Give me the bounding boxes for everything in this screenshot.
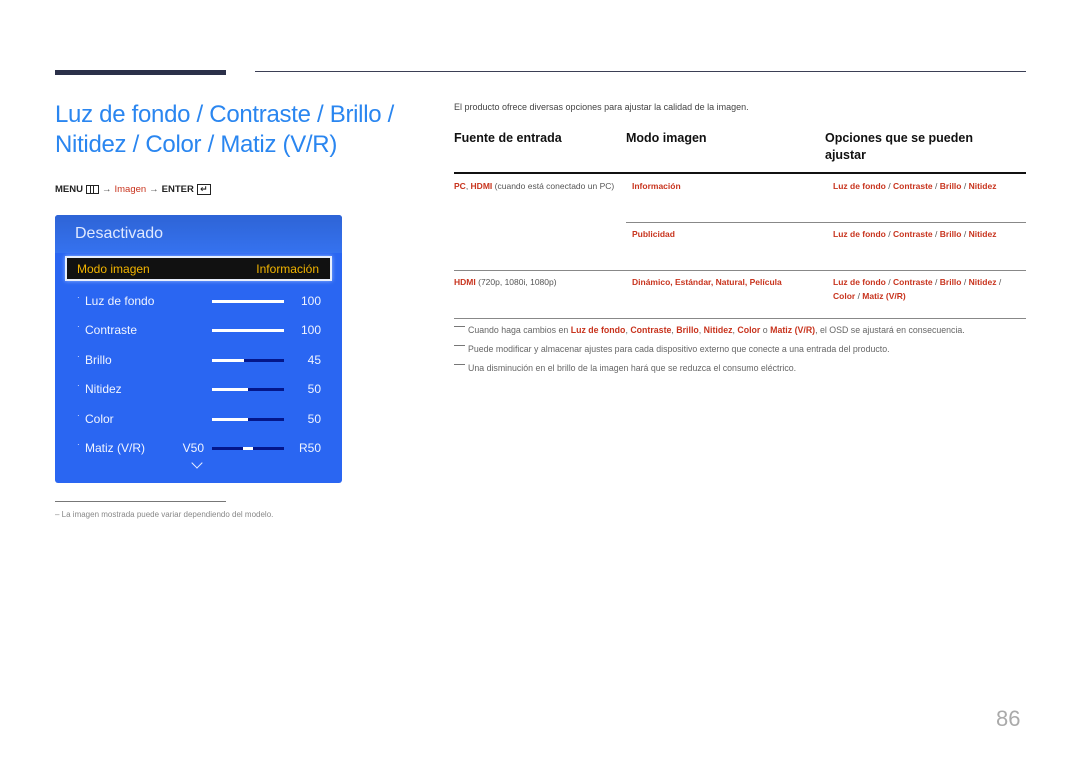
note-power: Una disminución en el brillo de la image…: [454, 361, 1014, 375]
setting-label: Contraste: [85, 323, 138, 337]
breadcrumb-enter: ENTER: [161, 184, 194, 195]
setting-slider[interactable]: [212, 300, 284, 303]
osd-setting-row[interactable]: · Matiz (V/R) V50 R50: [55, 438, 342, 458]
slider-fill: [243, 447, 253, 450]
cell-options: Luz de fondo / Contraste / Brillo / Niti…: [833, 229, 997, 239]
arrow-icon: →: [149, 184, 159, 195]
slider-fill: [212, 300, 284, 303]
cell-options: Luz de fondo / Contraste / Brillo / Niti…: [833, 181, 997, 191]
setting-value: 50: [307, 412, 321, 426]
osd-setting-row[interactable]: · Nitidez 50: [55, 379, 342, 399]
footnote-rule: [55, 501, 226, 502]
menu-icon: [85, 185, 99, 194]
cell-source: PC, HDMI (cuando está conectado un PC): [454, 181, 615, 191]
notes: Cuando haga cambios en Luz de fondo, Con…: [454, 323, 1014, 380]
enter-icon: ↵: [196, 184, 211, 195]
setting-slider[interactable]: [212, 329, 284, 332]
arrow-icon: →: [101, 184, 112, 195]
page-number: 86: [996, 706, 1021, 731]
setting-label: Matiz (V/R): [85, 441, 145, 455]
setting-value: 50: [307, 382, 321, 396]
bullet-dot: ·: [77, 293, 80, 302]
bullet-dot: ·: [77, 411, 80, 420]
osd-item-label: Modo imagen: [77, 261, 150, 276]
chevron-down-icon[interactable]: [191, 457, 203, 469]
header-accent-bar: [55, 70, 226, 75]
slider-fill: [212, 329, 284, 332]
col-header-options: Opciones que se pueden ajustar: [825, 131, 973, 162]
setting-value: 100: [300, 323, 321, 337]
setting-prefix: V50: [182, 441, 204, 455]
cell-source: HDMI (720p, 1080i, 1080p): [454, 277, 557, 287]
osd-setting-row[interactable]: · Luz de fondo 100: [55, 291, 342, 311]
osd-setting-row[interactable]: · Brillo 45: [55, 350, 342, 370]
slider-fill: [212, 418, 248, 421]
setting-label: Color: [85, 412, 114, 426]
setting-slider[interactable]: [212, 447, 284, 450]
osd-item-value: Información: [256, 261, 319, 276]
osd-setting-row[interactable]: · Color 50: [55, 409, 342, 429]
setting-label: Luz de fondo: [85, 294, 155, 308]
setting-label: Nitidez: [85, 382, 122, 396]
table-row-divider: [454, 318, 1026, 319]
setting-value: R50: [298, 441, 321, 455]
bullet-dot: ·: [77, 322, 80, 331]
cell-mode: Información: [632, 181, 681, 191]
setting-value: 45: [307, 353, 321, 367]
bullet-dot: ·: [77, 381, 80, 390]
breadcrumb-imagen: Imagen: [114, 184, 147, 195]
intro-text: El producto ofrece diversas opciones par…: [454, 102, 749, 112]
table-row-divider: [626, 222, 1026, 223]
col-header-mode: Modo imagen: [626, 131, 707, 145]
bullet-dot: ·: [77, 352, 80, 361]
osd-header: Desactivado: [55, 215, 342, 253]
table-row-divider: [454, 270, 1026, 271]
cell-mode: Publicidad: [632, 229, 675, 239]
bullet-dot: ·: [77, 440, 80, 449]
header-rule: [255, 71, 1026, 72]
breadcrumb: MENU → Imagen → ENTER ↵: [55, 184, 211, 195]
osd-menu: Desactivado Modo imagen Información · Luz…: [55, 215, 342, 483]
page-title: Luz de fondo / Contraste / Brillo / Niti…: [55, 101, 395, 158]
slider-fill: [212, 388, 248, 391]
osd-item-modo-imagen[interactable]: Modo imagen Información: [65, 256, 332, 281]
note-external-device: Puede modificar y almacenar ajustes para…: [454, 342, 1014, 356]
cell-options: Luz de fondo / Contraste / Brillo / Niti…: [833, 277, 1002, 301]
slider-fill: [212, 359, 245, 362]
setting-value: 100: [300, 294, 321, 308]
setting-slider[interactable]: [212, 418, 284, 421]
table-header: Fuente de entrada Modo imagen Opciones q…: [454, 128, 1026, 174]
cell-mode: Dinámico, Estándar, Natural, Película: [632, 277, 782, 287]
breadcrumb-menu: MENU: [55, 184, 83, 195]
col-header-source: Fuente de entrada: [454, 131, 562, 145]
footnote: – La imagen mostrada puede variar depend…: [55, 510, 274, 519]
setting-slider[interactable]: [212, 388, 284, 391]
setting-slider[interactable]: [212, 359, 284, 362]
note-osd: Cuando haga cambios en Luz de fondo, Con…: [454, 323, 1014, 337]
osd-setting-row[interactable]: · Contraste 100: [55, 320, 342, 340]
setting-label: Brillo: [85, 353, 112, 367]
settings-table: Fuente de entrada Modo imagen Opciones q…: [454, 128, 1026, 319]
